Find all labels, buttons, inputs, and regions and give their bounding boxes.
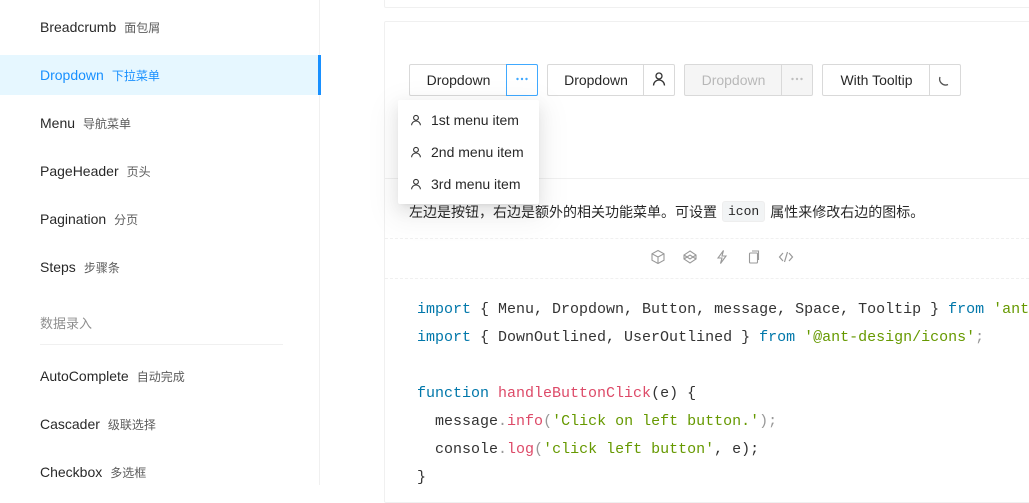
- sidebar-item-checkbox[interactable]: Checkbox 多选框: [0, 452, 319, 492]
- code-line-1: import { Menu, Dropdown, Button, message…: [417, 301, 1029, 318]
- code-line-2: import { DownOutlined, UserOutlined } fr…: [417, 329, 985, 346]
- menu-item-label: 1st menu item: [431, 112, 519, 128]
- sidebar-item-label: PageHeader: [40, 163, 119, 179]
- loading-icon: [938, 72, 952, 89]
- sidebar-item-breadcrumb[interactable]: Breadcrumb 面包屑: [0, 7, 319, 47]
- user-icon-button[interactable]: [643, 64, 675, 96]
- user-icon: [411, 146, 421, 158]
- dropdown-menu: 1st menu item 2nd menu item 3rd menu ite…: [398, 100, 539, 204]
- dropdown-button-disabled[interactable]: Dropdown: [684, 64, 783, 96]
- sidebar-item-sublabel: 下拉菜单: [111, 68, 160, 83]
- codepen-icon[interactable]: [682, 249, 698, 265]
- sidebar-item-label: Cascader: [40, 416, 100, 432]
- code-line-6: console.log('click left button', e);: [435, 441, 760, 458]
- copy-icon[interactable]: [746, 249, 762, 265]
- loading-button[interactable]: [929, 64, 961, 96]
- description-text: 属性来修改右边的图标。: [770, 203, 925, 220]
- ellipsis-icon: [515, 72, 529, 89]
- sidebar-item-sublabel: 多选框: [110, 465, 147, 480]
- sidebar-item-label: AutoComplete: [40, 368, 129, 384]
- ellipsis-button[interactable]: [506, 64, 538, 96]
- menu-item-2[interactable]: 2nd menu item: [398, 136, 539, 168]
- code-line-4: function handleButtonClick(e) {: [417, 385, 697, 402]
- sidebar-item-label: Checkbox: [40, 464, 103, 480]
- button-label: Dropdown: [426, 72, 491, 88]
- sidebar-nav: Breadcrumb 面包屑 Dropdown 下拉菜单 Menu 导航菜单 P…: [0, 0, 321, 485]
- sidebar-item-sublabel: 分页: [114, 212, 139, 227]
- code-line-7: }: [417, 469, 427, 486]
- sidebar-divider: [40, 344, 283, 345]
- code-block: import { Menu, Dropdown, Button, message…: [417, 296, 1029, 492]
- previous-demo-card: [384, 0, 1029, 8]
- sidebar-item-sublabel: 自动完成: [136, 369, 185, 384]
- sidebar-item-sublabel: 页头: [126, 164, 151, 179]
- button-label: With Tooltip: [840, 72, 913, 88]
- sidebar-item-sublabel: 面包屑: [124, 20, 161, 35]
- sidebar-item-cascader[interactable]: Cascader 级联选择: [0, 404, 319, 444]
- sidebar-item-menu[interactable]: Menu 导航菜单: [0, 103, 319, 143]
- sidebar-item-label: Pagination: [40, 211, 107, 227]
- ellipsis-button-disabled[interactable]: [781, 64, 813, 96]
- code-line-5: message.info('Click on left button.');: [435, 413, 778, 430]
- button-label: Dropdown: [701, 72, 766, 88]
- code-icon[interactable]: [778, 249, 794, 265]
- sidebar-item-pagination[interactable]: Pagination 分页: [0, 199, 319, 239]
- thunderbolt-icon[interactable]: [714, 249, 730, 265]
- actions-divider-bottom: [385, 278, 1029, 279]
- sidebar-item-sublabel: 导航菜单: [83, 116, 132, 131]
- actions-divider-top: [385, 238, 1029, 239]
- menu-item-label: 2nd menu item: [431, 144, 524, 160]
- menu-item-1[interactable]: 1st menu item: [398, 104, 539, 136]
- codesandbox-icon[interactable]: [650, 249, 666, 265]
- dropdown-button-left[interactable]: Dropdown: [409, 64, 508, 96]
- sidebar-item-label: Dropdown: [40, 67, 104, 83]
- user-icon: [411, 114, 421, 126]
- sidebar-item-sublabel: 级联选择: [107, 417, 156, 432]
- sidebar-item-label: Steps: [40, 259, 76, 275]
- user-icon: [411, 178, 421, 190]
- inline-code: icon: [722, 201, 766, 222]
- button-label: Dropdown: [564, 72, 628, 88]
- with-tooltip-button[interactable]: With Tooltip: [822, 64, 931, 96]
- ellipsis-icon: [790, 72, 804, 89]
- sidebar-item-pageheader[interactable]: PageHeader 页头: [0, 151, 319, 191]
- menu-item-label: 3rd menu item: [431, 176, 521, 192]
- description-text: 左边是按钮，右边是额外的相关功能菜单。可设置: [409, 203, 717, 220]
- sidebar-item-label: Menu: [40, 115, 76, 131]
- sidebar-item-steps[interactable]: Steps 步骤条: [0, 247, 319, 287]
- code-actions: [650, 249, 794, 265]
- demo-description: 左边是按钮，右边是额外的相关功能菜单。可设置 icon 属性来修改右边的图标。: [409, 201, 924, 222]
- sidebar-item-label: Breadcrumb: [40, 19, 117, 35]
- user-icon: [651, 71, 667, 90]
- sidebar-item-sublabel: 步骤条: [83, 260, 120, 275]
- dropdown-button-left-2[interactable]: Dropdown: [547, 64, 645, 96]
- sidebar-group-title: 数据录入: [40, 316, 93, 331]
- menu-item-3[interactable]: 3rd menu item: [398, 168, 539, 200]
- sidebar-item-autocomplete[interactable]: AutoComplete 自动完成: [0, 356, 319, 396]
- sidebar-item-dropdown[interactable]: Dropdown 下拉菜单: [0, 55, 321, 95]
